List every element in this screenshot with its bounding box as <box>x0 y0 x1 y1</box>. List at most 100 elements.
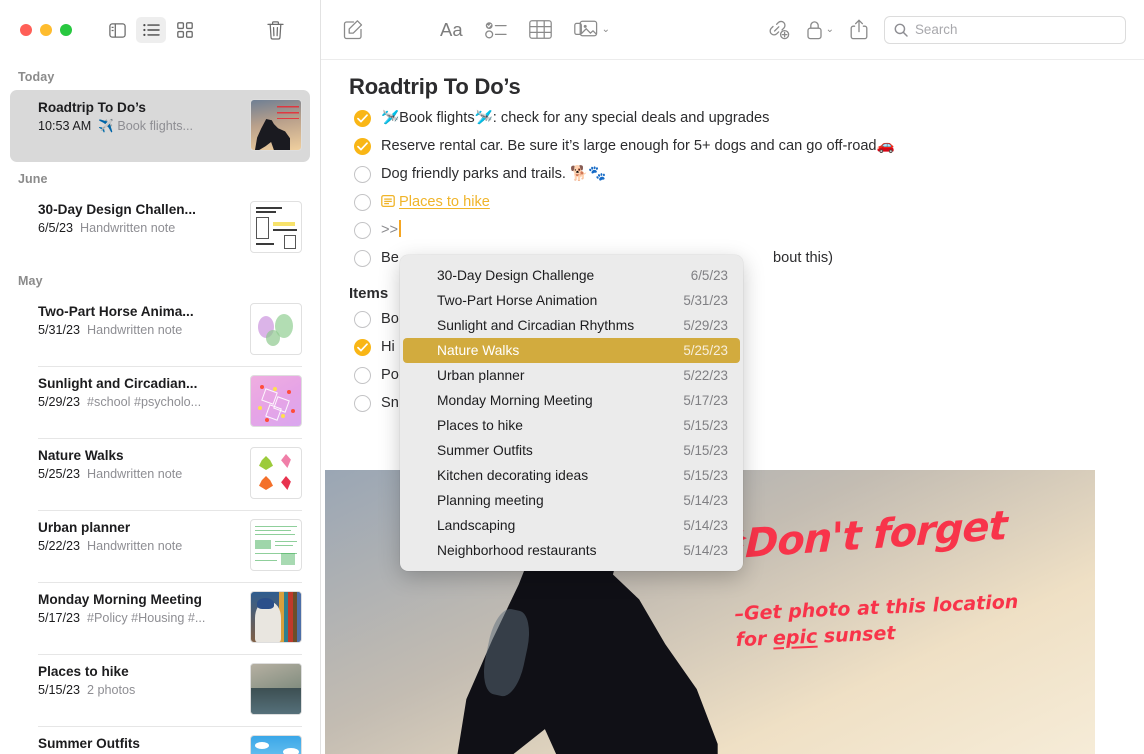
note-link-icon <box>381 194 395 208</box>
checkbox-unchecked[interactable] <box>354 166 371 183</box>
handwriting-line-2-post: sunset <box>817 622 896 647</box>
checklist-text: Bo <box>381 309 399 329</box>
add-link-icon[interactable] <box>767 16 790 44</box>
dropdown-item-date: 5/29/23 <box>683 318 728 333</box>
note-title: Urban planner <box>38 519 242 537</box>
checkbox-unchecked[interactable] <box>354 395 371 412</box>
share-icon[interactable] <box>850 16 868 44</box>
list-item[interactable]: Nature Walks 5/25/23 Handwritten note <box>10 438 310 510</box>
dropdown-item-date: 5/22/23 <box>683 368 728 383</box>
dropdown-item-name: Monday Morning Meeting <box>437 393 593 408</box>
note-title: Places to hike <box>38 663 242 681</box>
dropdown-item-name: Urban planner <box>437 368 524 383</box>
dropdown-item-name: Summer Outfits <box>437 443 533 458</box>
checklist-icon[interactable] <box>485 16 507 44</box>
checklist-text: Sn <box>381 393 399 413</box>
checkbox-checked[interactable] <box>354 339 371 356</box>
note-thumbnail <box>250 447 302 499</box>
dropdown-item[interactable]: Neighborhood restaurants 5/14/23 <box>403 538 740 563</box>
list-item[interactable]: 30-Day Design Challen... 6/5/23 Handwrit… <box>10 192 310 264</box>
note-title: Roadtrip To Do’s <box>38 99 242 117</box>
note-thumbnail <box>250 303 302 355</box>
checkbox-unchecked[interactable] <box>354 194 371 211</box>
checkbox-checked[interactable] <box>354 138 371 155</box>
note-link-suggestion-dropdown[interactable]: 30-Day Design Challenge 6/5/23 Two-Part … <box>400 255 743 571</box>
format-label: Aa <box>440 19 463 41</box>
dropdown-item[interactable]: Monday Morning Meeting 5/17/23 <box>403 388 740 413</box>
checklist-text: Dog friendly parks and trails. 🐕🐾 <box>381 164 606 184</box>
search-icon <box>894 23 908 37</box>
dropdown-item-selected[interactable]: Nature Walks 5/25/23 <box>403 338 740 363</box>
dropdown-item-name: Landscaping <box>437 518 515 533</box>
checklist-item[interactable]: Places to hike <box>321 188 1144 216</box>
dropdown-item[interactable]: Sunlight and Circadian Rhythms 5/29/23 <box>403 313 740 338</box>
list-item[interactable]: Summer Outfits <box>10 726 310 754</box>
list-item[interactable]: Sunlight and Circadian... 5/29/23 #schoo… <box>10 366 310 438</box>
zoom-button[interactable] <box>60 24 72 36</box>
dropdown-item[interactable]: Urban planner 5/22/23 <box>403 363 740 388</box>
note-title: 30-Day Design Challen... <box>38 201 242 219</box>
checklist-item[interactable]: Reserve rental car. Be sure it’s large e… <box>321 132 1144 160</box>
dropdown-item[interactable]: Summer Outfits 5/15/23 <box>403 438 740 463</box>
dropdown-item-name: 30-Day Design Challenge <box>437 268 594 283</box>
dropdown-item[interactable]: Places to hike 5/15/23 <box>403 413 740 438</box>
dropdown-item-name: Kitchen decorating ideas <box>437 468 588 483</box>
checklist-item[interactable]: >> <box>321 216 1144 244</box>
dropdown-item-name: Neighborhood restaurants <box>437 543 597 558</box>
note-link-text[interactable]: Places to hike <box>399 194 490 210</box>
list-item[interactable]: Places to hike 5/15/23 2 photos <box>10 654 310 726</box>
handwriting-headline: Don't forget <box>745 503 1008 567</box>
dropdown-item-name: Places to hike <box>437 418 523 433</box>
list-item[interactable]: Monday Morning Meeting 5/17/23 #Policy #… <box>10 582 310 654</box>
note-date: 6/5/23 <box>38 219 73 238</box>
dropdown-item[interactable]: Two-Part Horse Animation 5/31/23 <box>403 288 740 313</box>
gallery-view-icon[interactable] <box>170 17 200 43</box>
list-item[interactable]: Urban planner 5/22/23 Handwritten note <box>10 510 310 582</box>
checklist-text: Hi <box>381 337 395 357</box>
table-icon[interactable] <box>529 16 552 44</box>
dropdown-item[interactable]: Landscaping 5/14/23 <box>403 513 740 538</box>
checkbox-unchecked[interactable] <box>354 250 371 267</box>
dropdown-item[interactable]: Planning meeting 5/14/23 <box>403 488 740 513</box>
dropdown-item-date: 5/17/23 <box>683 393 728 408</box>
checkbox-unchecked[interactable] <box>354 311 371 328</box>
list-view-icon[interactable] <box>136 17 166 43</box>
list-item[interactable]: Two-Part Horse Anima... 5/31/23 Handwrit… <box>10 294 310 366</box>
note-title: Nature Walks <box>38 447 242 465</box>
note-preview: Handwritten note <box>87 465 182 484</box>
note-date: 5/17/23 <box>38 609 80 628</box>
list-item[interactable]: Roadtrip To Do’s 10:53 AM ✈️ Book flight… <box>10 90 310 162</box>
minimize-button[interactable] <box>40 24 52 36</box>
note-preview: #Policy #Housing #... <box>87 609 205 628</box>
media-icon[interactable]: ⌄ <box>574 16 610 44</box>
checklist-text-tail: bout this) <box>773 248 833 268</box>
checklist-text: 🛩️Book flights🛩️: check for any special … <box>381 108 769 128</box>
format-text-icon[interactable]: Aa <box>440 16 463 44</box>
dropdown-item-name: Planning meeting <box>437 493 544 508</box>
note-preview: Handwritten note <box>87 321 182 340</box>
dropdown-item[interactable]: Kitchen decorating ideas 5/15/23 <box>403 463 740 488</box>
dropdown-item[interactable]: 30-Day Design Challenge 6/5/23 <box>403 263 740 288</box>
dropdown-item-name: Two-Part Horse Animation <box>437 293 597 308</box>
sidebar: Today Roadtrip To Do’s 10:53 AM ✈️ Book … <box>0 0 321 754</box>
checkbox-unchecked[interactable] <box>354 222 371 239</box>
note-preview: Handwritten note <box>87 537 182 556</box>
compose-note-icon[interactable] <box>343 16 364 44</box>
checklist-item[interactable]: Dog friendly parks and trails. 🐕🐾 <box>321 160 1144 188</box>
dropdown-item-date: 5/25/23 <box>683 343 728 358</box>
note-list[interactable]: Today Roadtrip To Do’s 10:53 AM ✈️ Book … <box>0 60 320 754</box>
dropdown-item-date: 5/15/23 <box>683 468 728 483</box>
note-date: 5/31/23 <box>38 321 80 340</box>
note-thumbnail <box>250 663 302 715</box>
checkbox-unchecked[interactable] <box>354 367 371 384</box>
search-input[interactable]: Search <box>884 16 1126 44</box>
editor-toolbar: Aa <box>321 0 1144 60</box>
checkbox-checked[interactable] <box>354 110 371 127</box>
delete-icon[interactable] <box>260 17 290 43</box>
sidebar-toggle-icon[interactable] <box>102 17 132 43</box>
sidebar-toolbar <box>0 0 320 60</box>
chevron-down-icon: ⌄ <box>826 24 834 35</box>
checklist-item[interactable]: 🛩️Book flights🛩️: check for any special … <box>321 104 1144 132</box>
lock-note-icon[interactable]: ⌄ <box>806 16 834 44</box>
close-button[interactable] <box>20 24 32 36</box>
